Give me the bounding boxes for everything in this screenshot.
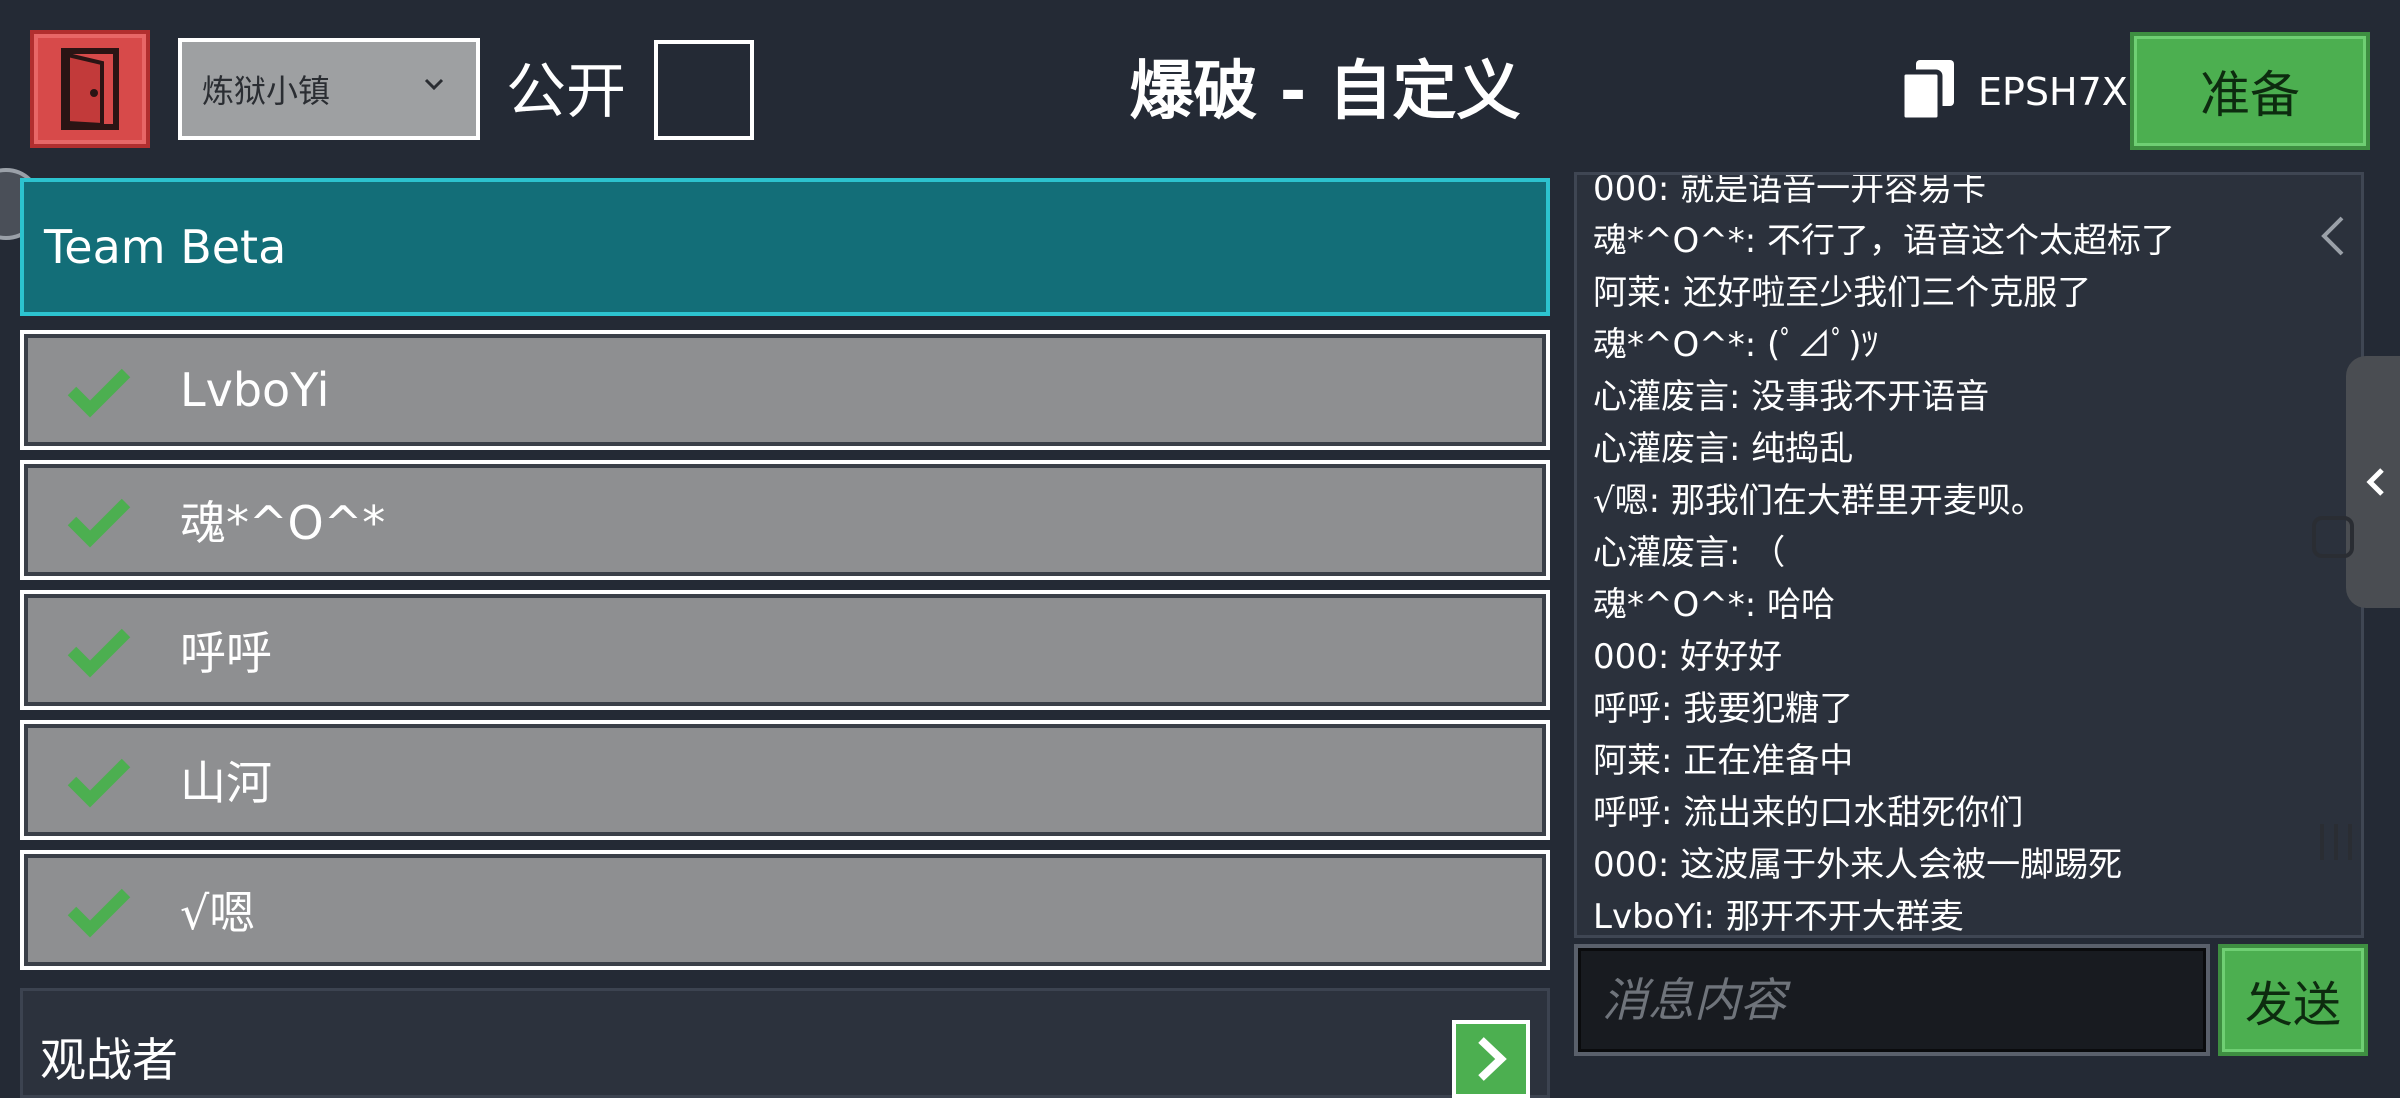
spectator-expand-button[interactable] <box>1452 1020 1530 1098</box>
check-icon <box>67 498 131 548</box>
chat-collapse-button[interactable] <box>2310 210 2354 262</box>
game-mode-title: 爆破 - 自定义 <box>1129 55 1521 129</box>
chat-panel[interactable]: 000: 就是语音一开容易卡 魂*^O^*: 不行了，语音这个太超标了 阿莱: … <box>1574 172 2364 938</box>
message-input[interactable] <box>1574 944 2210 1056</box>
chat-message-list: 000: 就是语音一开容易卡 魂*^O^*: 不行了，语音这个太超标了 阿莱: … <box>1593 172 2333 937</box>
spectator-label: 观战者 <box>40 1033 178 1087</box>
chat-message: 000: 好好好 <box>1593 637 1783 677</box>
chat-message: 心灌废言: 没事我不开语音 <box>1593 377 1990 417</box>
chevron-right-icon <box>1478 1037 1507 1081</box>
player-name: 魂*^O^* <box>180 496 386 550</box>
map-dropdown[interactable]: 炼狱小镇 <box>178 38 480 140</box>
check-icon <box>67 368 131 418</box>
chat-message: 000: 这波属于外来人会被一脚踢死 <box>1593 845 2123 885</box>
chat-message: 阿莱: 还好啦至少我们三个克服了 <box>1593 273 2092 313</box>
check-icon <box>67 888 131 938</box>
chat-message: 阿莱: 正在准备中 <box>1593 741 1854 781</box>
chat-message: 魂*^O^*: (ﾟ⊿ﾟ)ﾂ <box>1593 325 1879 365</box>
chat-message: 心灌废言: 纯捣乱 <box>1593 429 1854 469</box>
check-icon <box>67 758 131 808</box>
team-name: Team Beta <box>44 220 287 274</box>
ready-button[interactable]: 准备 <box>2130 32 2370 150</box>
room-code: EPSH7X <box>1978 70 2128 114</box>
player-row[interactable]: 山河 <box>20 720 1550 840</box>
team-header: Team Beta <box>20 178 1550 316</box>
chat-message: √嗯: 那我们在大群里开麦呗。 <box>1593 481 2045 521</box>
check-icon <box>67 628 131 678</box>
player-name: 山河 <box>180 756 272 810</box>
chevron-down-icon <box>424 78 444 91</box>
chevron-left-icon <box>2366 468 2384 496</box>
map-dropdown-value: 炼狱小镇 <box>202 72 331 110</box>
player-name: √嗯 <box>180 886 256 940</box>
chat-message: 魂*^O^*: 不行了，语音这个太超标了 <box>1593 221 2175 261</box>
player-row[interactable]: √嗯 <box>20 850 1550 970</box>
chat-message: 呼呼: 流出来的口水甜死你们 <box>1593 793 2024 833</box>
send-button[interactable]: 发送 <box>2218 944 2368 1056</box>
home-nav-icon[interactable] <box>2312 516 2354 558</box>
player-row[interactable]: 魂*^O^* <box>20 460 1550 580</box>
chat-message: 心灌废言: （ <box>1593 533 1786 573</box>
chat-message: 魂*^O^*: 哈哈 <box>1593 585 1836 625</box>
player-name: 呼呼 <box>180 626 272 680</box>
recent-apps-icon[interactable] <box>2316 820 2356 864</box>
chat-message: LvboYi: 那开不开大群麦 <box>1593 897 1964 937</box>
door-exit-icon <box>61 48 119 130</box>
exit-room-button[interactable] <box>30 30 150 148</box>
spectator-panel <box>20 988 1550 1098</box>
player-name: LvboYi <box>180 363 330 417</box>
public-label: 公开 <box>506 57 626 127</box>
public-checkbox[interactable] <box>654 40 754 140</box>
player-row[interactable]: LvboYi <box>20 330 1550 450</box>
copy-icon[interactable] <box>1898 58 1958 123</box>
player-row[interactable]: 呼呼 <box>20 590 1550 710</box>
chat-message: 呼呼: 我要犯糖了 <box>1593 689 1854 729</box>
chat-message: 000: 就是语音一开容易卡 <box>1593 172 1987 209</box>
side-drawer-tab[interactable] <box>2346 356 2400 608</box>
chevron-left-icon <box>2321 216 2344 256</box>
